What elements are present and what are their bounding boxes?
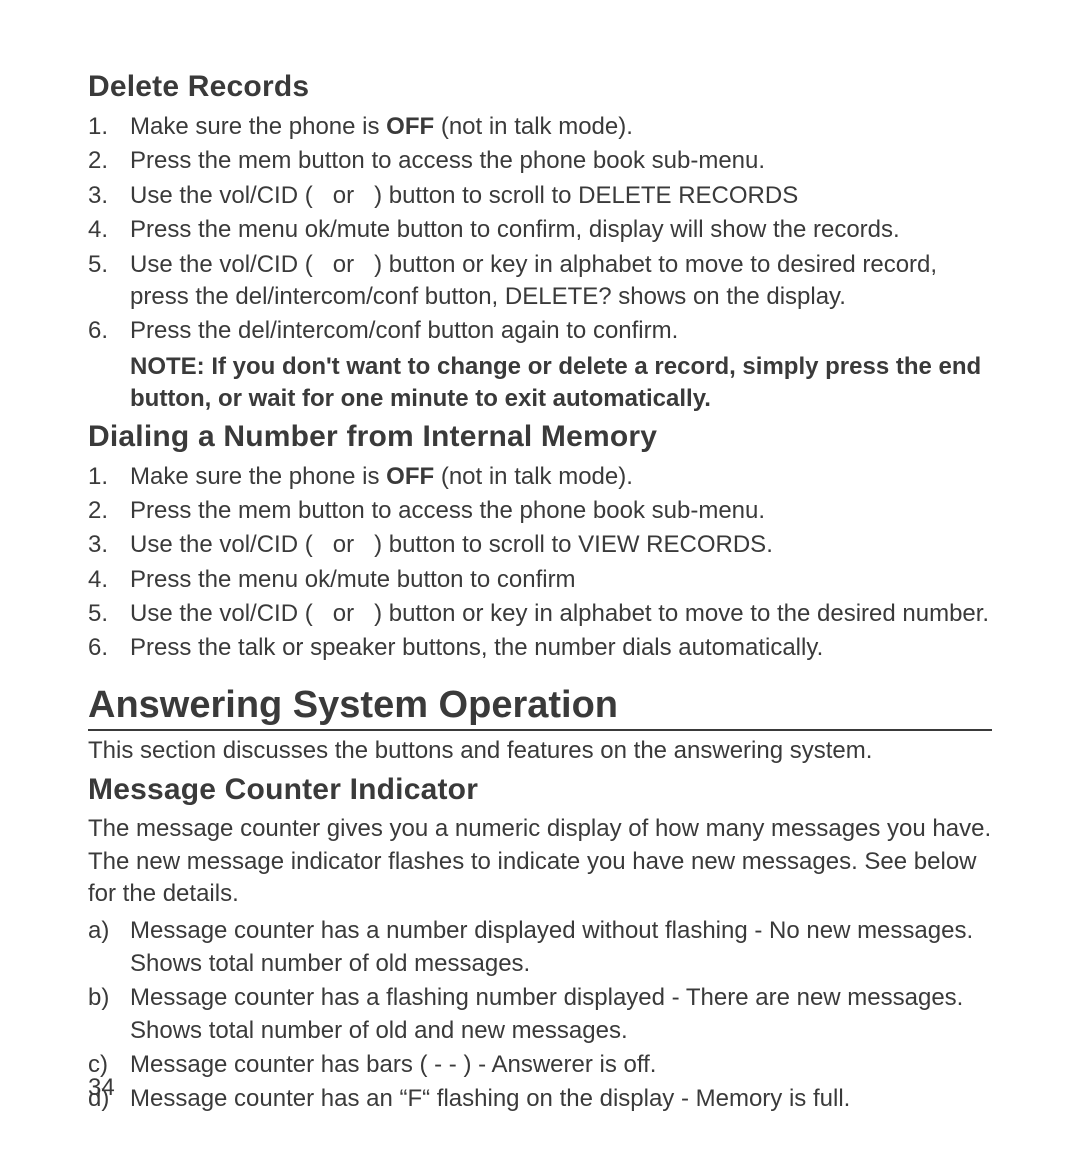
list-item: Make sure the phone is OFF (not in talk …	[130, 460, 992, 494]
list-item: Press the talk or speaker buttons, the n…	[130, 631, 992, 665]
mci-intro: The message counter gives you a numeric …	[88, 813, 992, 910]
heading-answering-system: Answering System Operation	[88, 684, 992, 731]
list-item: Press the mem button to access the phone…	[130, 494, 992, 528]
answering-intro: This section discusses the buttons and f…	[88, 735, 992, 767]
list-item: Press the del/intercom/conf button again…	[130, 314, 992, 348]
list-item: Use the vol/CID ( or ) button or key in …	[130, 597, 992, 631]
list-message-counter: Message counter has a number displayed w…	[88, 914, 992, 1116]
heading-dialing: Dialing a Number from Internal Memory	[88, 420, 992, 454]
list-item: Press the menu ok/mute button to confirm…	[130, 213, 992, 247]
list-dialing: Make sure the phone is OFF (not in talk …	[88, 460, 992, 666]
list-item: Message counter has a number displayed w…	[130, 914, 992, 981]
heading-message-counter: Message Counter Indicator	[88, 773, 992, 807]
list-item: Message counter has bars ( - - ) - Answe…	[130, 1048, 992, 1082]
heading-delete-records: Delete Records	[88, 70, 992, 104]
note-delete-records: NOTE: If you don't want to change or del…	[88, 351, 992, 416]
list-item: Make sure the phone is OFF (not in talk …	[130, 110, 992, 144]
list-item: Use the vol/CID ( or ) button or key in …	[130, 248, 992, 315]
list-item: Press the menu ok/mute button to confirm	[130, 563, 992, 597]
manual-page: Delete Records Make sure the phone is OF…	[0, 0, 1080, 1160]
page-number: 34	[88, 1074, 115, 1102]
list-item: Message counter has a flashing number di…	[130, 981, 992, 1048]
list-item: Use the vol/CID ( or ) button to scroll …	[130, 528, 992, 562]
list-delete-records: Make sure the phone is OFF (not in talk …	[88, 110, 992, 349]
list-item: Use the vol/CID ( or ) button to scroll …	[130, 179, 992, 213]
list-item: Press the mem button to access the phone…	[130, 144, 992, 178]
list-item: Message counter has an “F“ flashing on t…	[130, 1082, 992, 1116]
